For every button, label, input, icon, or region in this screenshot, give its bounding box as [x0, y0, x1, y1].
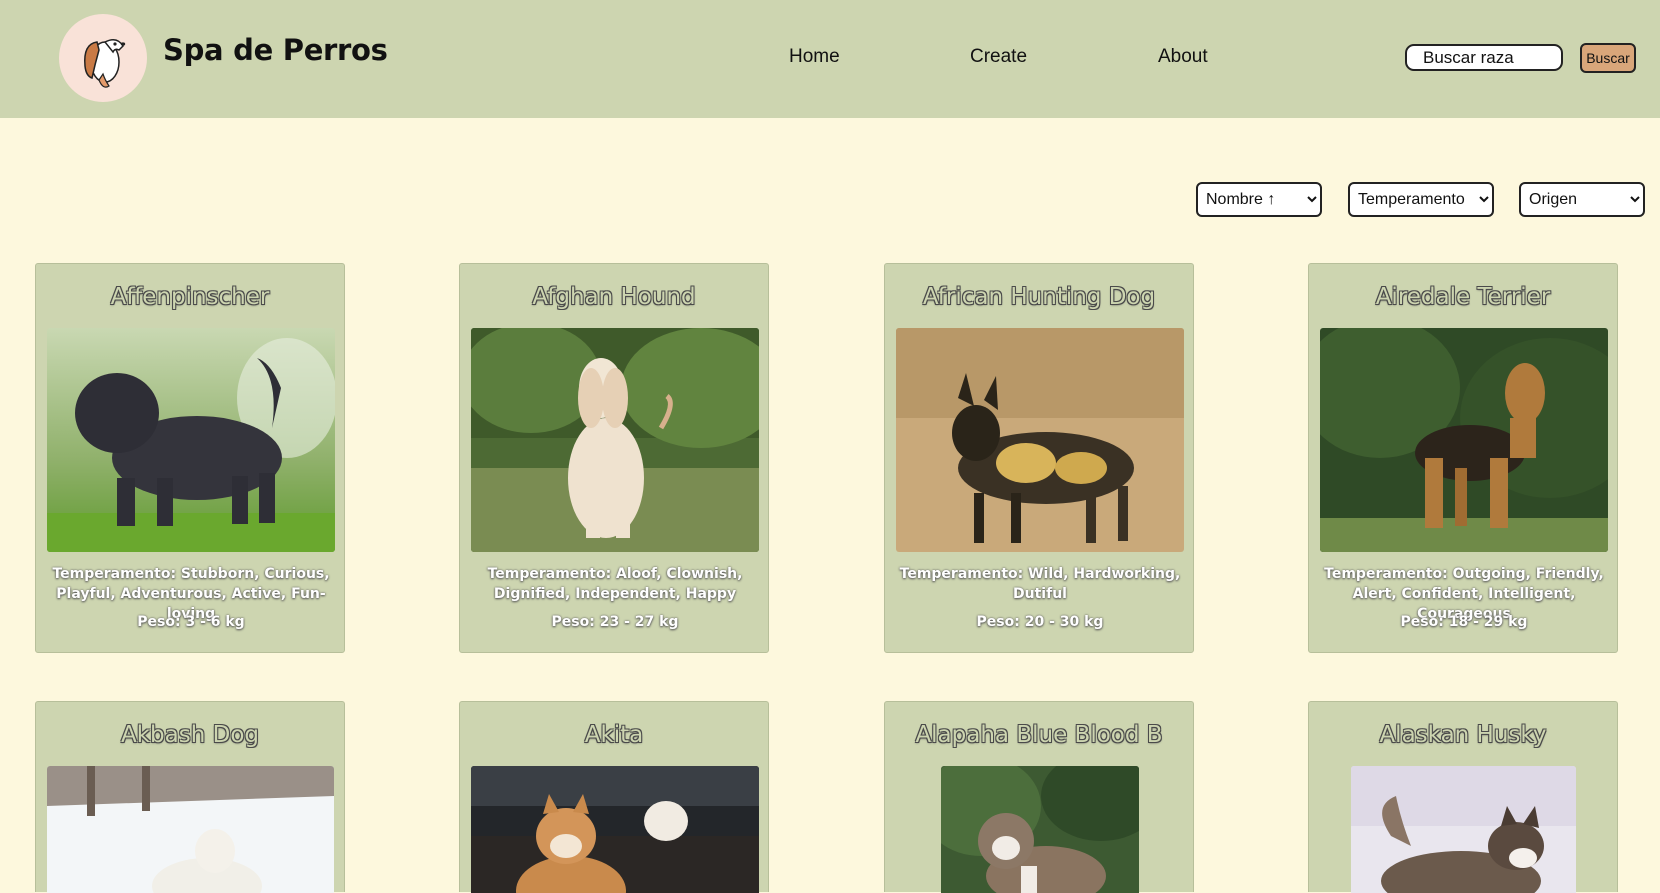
dog-card[interactable]: Affenpinscher Temperamento: Stubborn, Cu…	[35, 263, 345, 653]
dog-photo	[471, 328, 759, 552]
sort-select[interactable]: Nombre ↑	[1196, 182, 1322, 217]
card-title: Afghan Hound	[532, 284, 696, 310]
card-weight: Peso: 20 - 30 kg	[976, 614, 1104, 630]
card-weight: Peso: 3 - 6 kg	[137, 614, 245, 630]
dog-photo	[471, 766, 759, 893]
card-title: Alaskan Husky	[1379, 722, 1547, 748]
search-input[interactable]	[1405, 44, 1563, 71]
dog-card[interactable]: African Hunting Dog Temperamento: Wild, …	[884, 263, 1194, 653]
origin-select[interactable]: Origen	[1519, 182, 1645, 217]
nav-about-link[interactable]: About	[1158, 46, 1208, 68]
search-button[interactable]: Buscar	[1580, 43, 1636, 73]
card-title: Alapaha Blue Blood B	[915, 722, 1163, 748]
dog-photo	[941, 766, 1139, 893]
site-header: Spa de Perros Home Create About Buscar	[0, 0, 1660, 118]
card-title: Affenpinscher	[110, 284, 270, 310]
card-weight: Peso: 23 - 27 kg	[551, 614, 679, 630]
dog-photo	[896, 328, 1184, 552]
dog-photo	[47, 766, 334, 893]
card-temperament: Temperamento: Aloof, Clownish, Dignified…	[487, 566, 743, 602]
card-title: Akbash Dog	[121, 722, 259, 748]
site-title: Spa de Perros	[163, 33, 388, 67]
card-weight: Peso: 18 - 29 kg	[1400, 614, 1528, 630]
dog-card[interactable]: Afghan Hound Temperamento: Aloof, Clowni…	[459, 263, 769, 653]
dog-card[interactable]: Akbash Dog	[35, 701, 345, 893]
dog-photo	[47, 328, 335, 552]
dog-card[interactable]: Alapaha Blue Blood B	[884, 701, 1194, 893]
page-scrollbar[interactable]	[1648, 118, 1660, 892]
temperament-select[interactable]: Temperamento	[1348, 182, 1494, 217]
dog-card[interactable]: Alaskan Husky	[1308, 701, 1618, 893]
card-temperament: Temperamento: Wild, Hardworking, Dutiful	[899, 566, 1181, 602]
dog-photo	[1351, 766, 1576, 893]
dog-card[interactable]: Airedale Terrier Temperamento: Outgoing,…	[1308, 263, 1618, 653]
nav-home-link[interactable]: Home	[789, 46, 840, 68]
dog-photo	[1320, 328, 1608, 552]
dog-logo-icon[interactable]	[59, 14, 147, 102]
card-title: African Hunting Dog	[922, 284, 1156, 310]
card-title: Airedale Terrier	[1375, 284, 1551, 310]
card-title: Akita	[584, 722, 644, 748]
nav-create-link[interactable]: Create	[970, 46, 1027, 68]
dog-card[interactable]: Akita	[459, 701, 769, 893]
